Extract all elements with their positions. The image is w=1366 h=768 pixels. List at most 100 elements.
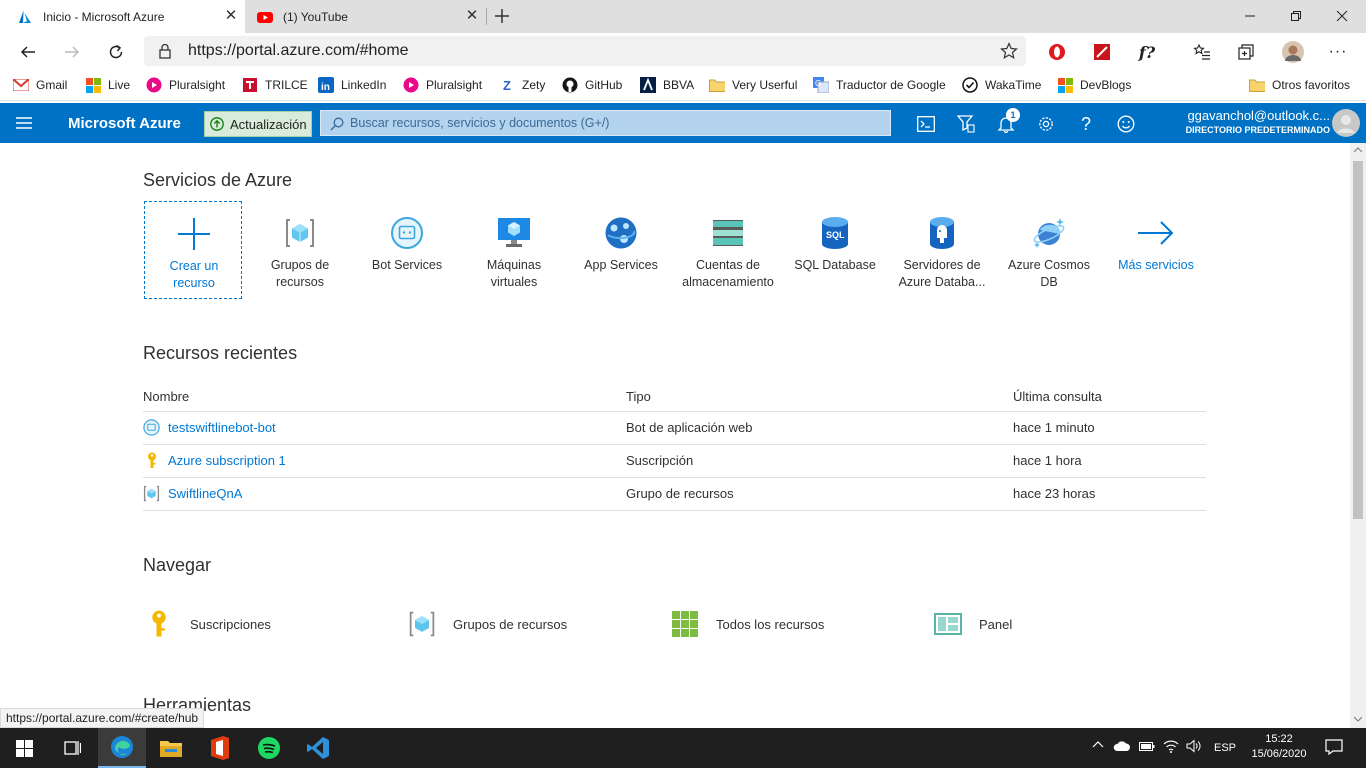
service-storage-accounts[interactable]: Cuentas de almacenamiento [679,201,777,299]
bookmark-pluralsight-2[interactable]: Pluralsight [403,76,482,94]
column-header-last-viewed[interactable]: Última consulta [1013,383,1206,412]
favorites-list-icon[interactable] [1187,37,1217,67]
task-view-icon[interactable] [48,728,96,768]
refresh-icon[interactable] [101,37,131,67]
battery-icon[interactable] [1139,739,1155,753]
nav-label: Panel [979,616,1013,632]
profile-avatar[interactable] [1278,37,1308,67]
close-window-icon[interactable] [1319,0,1365,32]
forward-icon[interactable] [57,37,87,67]
extension-formula-icon[interactable]: f? [1132,37,1162,67]
column-header-type[interactable]: Tipo [626,383,1013,412]
service-bot-services[interactable]: Bot Services [358,201,456,299]
bookmark-live[interactable]: Live [85,76,130,94]
collections-icon[interactable] [1231,37,1261,67]
page-scrollbar[interactable] [1350,143,1366,728]
back-icon[interactable] [13,37,43,67]
tray-chevron-icon[interactable] [1092,739,1104,749]
hamburger-menu-icon[interactable] [16,116,32,130]
feedback-smiley-icon[interactable] [1114,112,1138,136]
onedrive-icon[interactable] [1113,740,1131,752]
more-options-icon[interactable]: ··· [1323,37,1353,67]
restore-icon[interactable] [1273,0,1319,32]
action-center-icon[interactable] [1325,739,1343,755]
table-header-row: Nombre Tipo Última consulta [143,383,1206,412]
bookmark-github[interactable]: GitHub [562,76,622,94]
windows-start-icon[interactable] [0,728,48,768]
azure-brand[interactable]: Microsoft Azure [68,115,181,132]
close-tab-icon[interactable]: ✕ [464,8,480,24]
taskbar-spotify-icon[interactable] [245,728,293,768]
service-label: Azure Cosmos DB [1008,258,1090,289]
azure-top-bar: Microsoft Azure Actualización Buscar rec… [0,103,1366,143]
taskbar-vscode-icon[interactable] [294,728,342,768]
service-resource-groups[interactable]: Grupos de recursos [251,201,349,299]
resource-last-viewed: hace 1 hora [1013,444,1206,478]
bookmark-very-userful[interactable]: Very Userful [709,76,797,94]
service-cosmos-db[interactable]: Azure Cosmos DB [1000,201,1098,299]
bookmark-zety[interactable]: Z Zety [499,76,545,94]
scrollbar-thumb[interactable] [1353,161,1363,519]
nav-all-resources[interactable]: Todos los recursos [669,607,824,641]
grid-icon [669,608,701,640]
resource-link[interactable]: Azure subscription 1 [143,452,626,469]
taskbar-office-icon[interactable] [196,728,244,768]
service-more-services[interactable]: Más servicios [1107,201,1205,299]
new-tab-icon[interactable] [492,6,512,26]
service-azure-database-servers[interactable]: Servidores de Azure Databa... [893,201,991,299]
extension-opera-icon[interactable] [1042,37,1072,67]
help-icon[interactable]: ? [1074,112,1098,136]
nav-dashboard[interactable]: Panel [932,607,1012,641]
vm-icon [494,213,534,253]
language-indicator[interactable]: ESP [1214,742,1236,754]
notifications-bell-icon[interactable]: 1 [994,108,1020,136]
scroll-up-icon[interactable] [1354,147,1362,153]
clock[interactable]: 15:22 15/06/2020 [1248,732,1310,762]
favorite-star-icon[interactable] [1000,42,1018,60]
taskbar-edge-icon[interactable] [98,728,146,768]
tab-azure[interactable]: Inicio - Microsoft Azure ✕ [0,0,245,33]
url-text: https://portal.azure.com/#home [188,42,409,59]
folder-icon [709,77,725,93]
account-menu[interactable]: ggavanchol@outlook.c... DIRECTORIO PREDE… [1186,108,1330,135]
bookmark-bbva[interactable]: BBVA [640,76,694,94]
minimize-icon[interactable] [1227,0,1273,32]
bot-icon [387,213,427,253]
volume-icon[interactable] [1186,739,1202,753]
bookmark-pluralsight[interactable]: Pluralsight [146,76,225,94]
service-create-resource[interactable]: Crear un recurso [144,201,242,299]
tab-youtube[interactable]: (1) YouTube ✕ [245,0,486,33]
close-tab-icon[interactable]: ✕ [223,8,239,24]
bookmark-devblogs[interactable]: DevBlogs [1057,76,1131,94]
pluralsight-icon [146,77,162,93]
bookmark-translate[interactable]: G Traductor de Google [813,76,946,94]
bookmark-linkedin[interactable]: in LinkedIn [318,76,386,94]
nav-subscriptions[interactable]: Suscripciones [143,607,271,641]
nav-label: Todos los recursos [716,616,825,632]
zety-icon: Z [503,77,511,93]
service-app-services[interactable]: App Services [572,201,670,299]
service-sql-database[interactable]: SQL SQL Database [786,201,884,299]
column-header-name[interactable]: Nombre [143,383,626,412]
taskbar-explorer-icon[interactable] [147,728,195,768]
wifi-icon[interactable] [1163,739,1179,753]
service-virtual-machines[interactable]: Máquinas virtuales [465,201,563,299]
bookmark-wakatime[interactable]: WakaTime [962,76,1041,94]
resource-group-icon [406,608,438,640]
scroll-down-icon[interactable] [1354,716,1362,722]
nav-resource-groups[interactable]: Grupos de recursos [406,607,567,641]
bookmark-trilce[interactable]: TRILCE [242,76,308,94]
global-search-input[interactable]: Buscar recursos, servicios y documentos … [320,110,891,136]
resource-link[interactable]: SwiftlineQnA [143,485,626,502]
cloud-shell-icon[interactable] [914,112,938,136]
address-bar[interactable]: https://portal.azure.com/#home [144,36,1026,66]
resource-link[interactable]: testswiftlinebot-bot [143,419,626,436]
bookmark-gmail[interactable]: Gmail [13,76,67,94]
bookmark-other-favorites[interactable]: Otros favoritos [1249,76,1350,94]
microsoft-icon [85,77,101,93]
extension-pdf-icon[interactable] [1087,37,1117,67]
directory-filter-icon[interactable] [954,112,978,136]
update-button[interactable]: Actualización [204,111,312,137]
settings-gear-icon[interactable] [1034,112,1058,136]
account-avatar-icon[interactable] [1332,109,1360,137]
